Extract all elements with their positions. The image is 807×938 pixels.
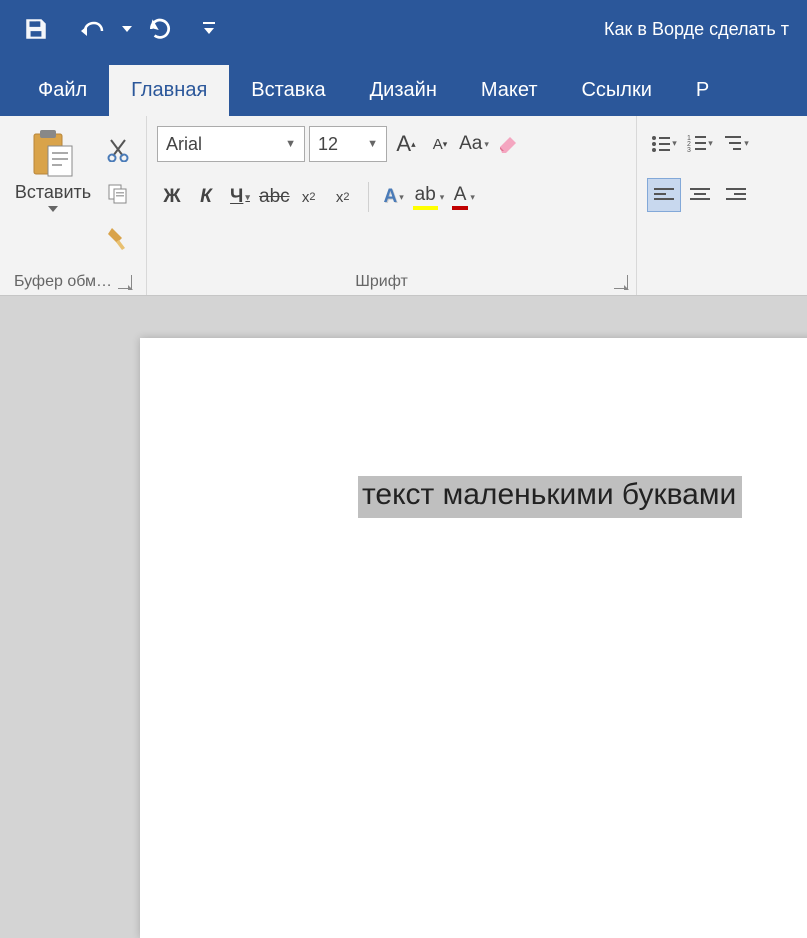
text-effects-button[interactable]: A <box>379 180 409 214</box>
numbering-button[interactable]: 123 <box>683 126 717 160</box>
change-case-button[interactable]: Aa <box>459 127 489 161</box>
paste-label: Вставить <box>15 182 91 203</box>
align-center-button[interactable] <box>683 178 717 212</box>
font-family-combo[interactable]: Arial ▼ <box>157 126 305 162</box>
brush-icon <box>106 226 130 252</box>
grow-font-button[interactable]: A▴ <box>391 127 421 161</box>
tab-file[interactable]: Файл <box>16 65 109 116</box>
copy-icon <box>107 183 129 205</box>
cut-button[interactable] <box>102 134 134 166</box>
undo-dropdown[interactable] <box>118 11 136 47</box>
bullets-button[interactable] <box>647 126 681 160</box>
selected-text[interactable]: текст маленькими буквами <box>358 476 742 518</box>
font-size-value: 12 <box>318 134 338 155</box>
shrink-font-button[interactable]: A▾ <box>425 127 455 161</box>
font-color-button[interactable]: A <box>448 180 478 214</box>
eraser-icon <box>496 133 520 155</box>
paste-icon <box>30 128 76 180</box>
ribbon: Вставить Буфер обм… <box>0 116 807 296</box>
paste-button[interactable]: Вставить <box>8 122 98 267</box>
tab-design[interactable]: Дизайн <box>348 65 459 116</box>
format-painter-button[interactable] <box>102 223 134 255</box>
font-family-value: Arial <box>166 134 202 155</box>
ribbon-tabs: Файл Главная Вставка Дизайн Макет Ссылки… <box>0 58 807 116</box>
align-left-button[interactable] <box>647 178 681 212</box>
group-clipboard-label: Буфер обм… <box>14 273 112 291</box>
qat-customize[interactable] <box>200 11 218 47</box>
align-right-icon <box>726 187 746 203</box>
document-workspace: текст маленькими буквами <box>0 296 807 625</box>
superscript-button[interactable]: x2 <box>328 180 358 214</box>
chevron-down-icon: ▼ <box>285 138 296 150</box>
tab-home[interactable]: Главная <box>109 65 229 116</box>
multilevel-icon <box>723 134 743 152</box>
undo-button[interactable] <box>76 11 112 47</box>
italic-button[interactable]: К <box>191 180 221 214</box>
clipboard-launcher[interactable] <box>118 275 132 289</box>
align-center-icon <box>690 187 710 203</box>
numbering-icon: 123 <box>687 134 707 152</box>
tab-partial[interactable]: Р <box>674 65 713 116</box>
tab-layout[interactable]: Макет <box>459 65 560 116</box>
bullets-icon <box>651 134 671 152</box>
quick-access-toolbar <box>18 11 218 47</box>
scissors-icon <box>107 138 129 162</box>
copy-button[interactable] <box>102 178 134 210</box>
redo-button[interactable] <box>142 11 178 47</box>
font-size-combo[interactable]: 12 ▼ <box>309 126 387 162</box>
save-button[interactable] <box>18 11 54 47</box>
tab-references[interactable]: Ссылки <box>559 65 673 116</box>
document-page[interactable]: текст маленькими буквами <box>140 338 807 938</box>
font-launcher[interactable] <box>614 275 628 289</box>
svg-text:3: 3 <box>687 147 691 152</box>
group-font-label: Шрифт <box>355 273 408 291</box>
multilevel-list-button[interactable] <box>719 126 753 160</box>
chevron-down-icon: ▼ <box>367 138 378 150</box>
group-paragraph: 123 <box>637 116 807 295</box>
align-left-icon <box>654 187 674 203</box>
align-right-button[interactable] <box>719 178 753 212</box>
tab-insert[interactable]: Вставка <box>229 65 347 116</box>
group-clipboard: Вставить Буфер обм… <box>0 116 147 295</box>
clear-formatting-button[interactable] <box>493 127 523 161</box>
underline-button[interactable]: Ч <box>225 180 255 214</box>
subscript-button[interactable]: x2 <box>294 180 324 214</box>
chevron-down-icon <box>48 205 58 213</box>
bold-button[interactable]: Ж <box>157 180 187 214</box>
title-bar: Как в Ворде сделать т <box>0 0 807 58</box>
document-title: Как в Ворде сделать т <box>604 19 789 40</box>
group-font: Arial ▼ 12 ▼ A▴ A▾ Aa Ж К Ч abc x2 <box>147 116 637 295</box>
strikethrough-button[interactable]: abc <box>259 180 290 214</box>
highlight-button[interactable]: ab <box>413 180 445 214</box>
